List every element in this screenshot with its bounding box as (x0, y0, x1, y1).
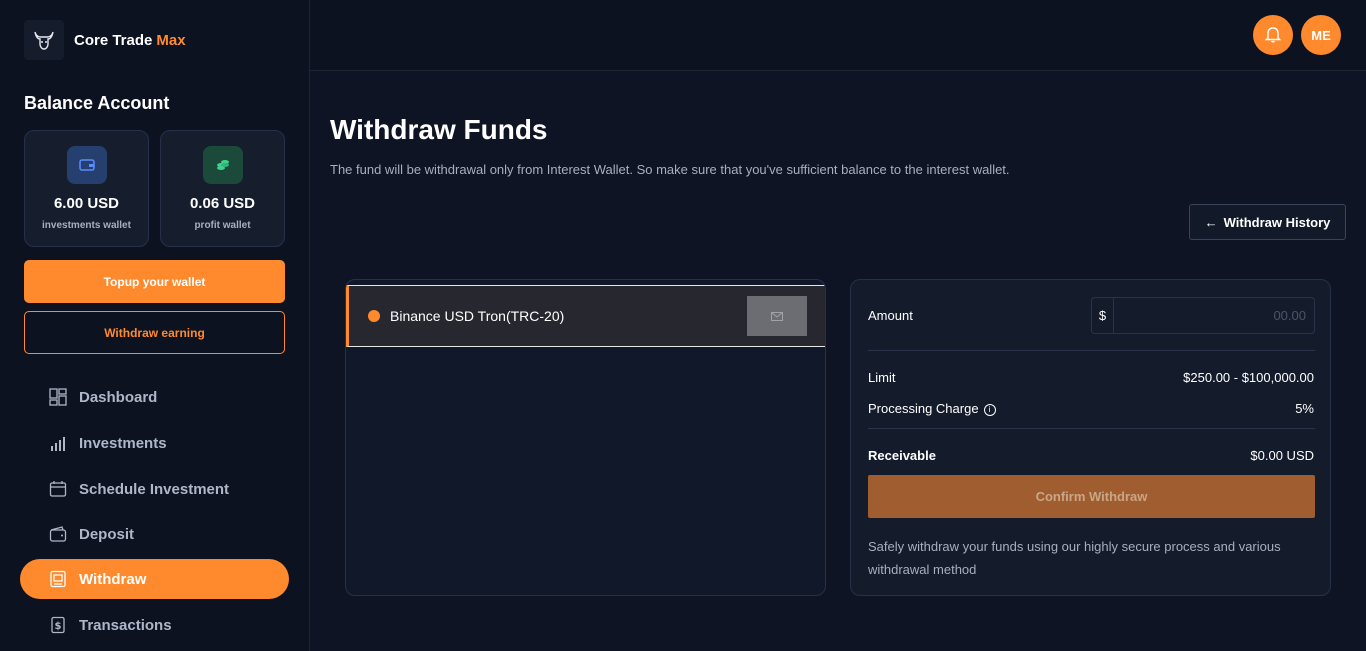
balance-account-title: Balance Account (24, 93, 170, 113)
page-subtitle: The fund will be withdrawal only from In… (330, 162, 1010, 177)
withdraw-form-panel: Amount $ Limit $250.00 - $100,000.00 Pro… (850, 279, 1331, 596)
dashboard-icon (49, 388, 67, 406)
withdraw-history-label: Withdraw History (1223, 214, 1331, 230)
bull-head-icon (24, 20, 64, 60)
method-name: Binance USD Tron(TRC-20) (390, 308, 565, 324)
arrow-left-icon: ← (1204, 214, 1218, 230)
method-image-icon (747, 296, 807, 336)
limit-value: $250.00 - $100,000.00 (1183, 370, 1314, 385)
sidebar-item-label: Investments (79, 434, 167, 452)
wallet-amount: 6.00 USD (53, 195, 120, 212)
processing-charge-label-row: Processing Charge i (868, 401, 996, 416)
brand[interactable]: Core Trade Max (24, 20, 186, 60)
receivable-label: Receivable (868, 448, 936, 463)
amount-input[interactable] (1114, 298, 1314, 333)
profit-wallet-card: 0.06 USD profit wallet (160, 130, 285, 247)
brand-name-main: Core Trade (74, 31, 153, 49)
coins-icon (202, 146, 243, 184)
sidebar-item-label: Deposit (79, 525, 135, 543)
sidebar: Core Trade Max Balance Account 6.00 USD i… (0, 0, 310, 651)
avatar-initials: ME (1311, 27, 1331, 43)
divider (868, 428, 1315, 429)
amount-label: Amount (868, 308, 913, 323)
info-icon[interactable]: i (983, 403, 996, 416)
sidebar-item-label: Dashboard (79, 388, 158, 406)
withdraw-history-button[interactable]: ← Withdraw History (1189, 204, 1346, 240)
divider (868, 350, 1315, 351)
wallet-label: profit wallet (194, 220, 251, 231)
brand-name-accent: Max (156, 31, 186, 49)
transactions-icon: $ (49, 616, 67, 634)
withdraw-earning-button[interactable]: Withdraw earning (24, 311, 285, 354)
calendar-icon (49, 480, 67, 498)
sidebar-item-investments[interactable]: Investments (20, 423, 289, 463)
processing-charge-label: Processing Charge (868, 401, 979, 416)
investments-icon (49, 434, 67, 452)
sidebar-item-withdraw[interactable]: Withdraw (20, 559, 289, 599)
amount-field[interactable]: $ (1091, 297, 1315, 334)
withdraw-icon (49, 570, 67, 588)
notification-button[interactable] (1253, 15, 1293, 55)
limit-label: Limit (868, 370, 896, 385)
sidebar-item-deposit[interactable]: Deposit (20, 514, 289, 554)
topup-wallet-button[interactable]: Topup your wallet (24, 260, 285, 303)
sidebar-item-transactions[interactable]: $ Transactions (20, 605, 289, 645)
currency-symbol: $ (1092, 298, 1114, 333)
withdraw-method-option[interactable]: Binance USD Tron(TRC-20) (346, 285, 825, 347)
avatar[interactable]: ME (1301, 15, 1341, 55)
sidebar-item-label: Transactions (79, 616, 172, 634)
receivable-value: $0.00 USD (1250, 448, 1314, 463)
deposit-wallet-icon (49, 525, 67, 543)
withdraw-methods-panel: Binance USD Tron(TRC-20) (345, 279, 826, 596)
top-bar: ME (310, 0, 1366, 71)
brand-name: Core Trade Max (74, 32, 186, 49)
processing-charge-value: 5% (1295, 401, 1314, 416)
page-title: Withdraw Funds (330, 114, 548, 145)
investments-wallet-card: 6.00 USD investments wallet (24, 130, 149, 247)
selected-radio-dot (368, 310, 380, 322)
security-note: Safely withdraw your funds using our hig… (868, 539, 1281, 577)
svg-text:$: $ (55, 621, 62, 632)
confirm-withdraw-button[interactable]: Confirm Withdraw (868, 475, 1315, 518)
wallet-label: investments wallet (42, 220, 131, 231)
sidebar-item-label: Withdraw (79, 570, 147, 588)
wallet-amount: 0.06 USD (189, 195, 256, 212)
sidebar-item-dashboard[interactable]: Dashboard (20, 377, 289, 417)
sidebar-item-label: Schedule Investment (79, 480, 230, 498)
bell-icon (1264, 25, 1282, 46)
sidebar-item-schedule-investment[interactable]: Schedule Investment (20, 469, 289, 509)
wallet-icon (66, 146, 107, 184)
